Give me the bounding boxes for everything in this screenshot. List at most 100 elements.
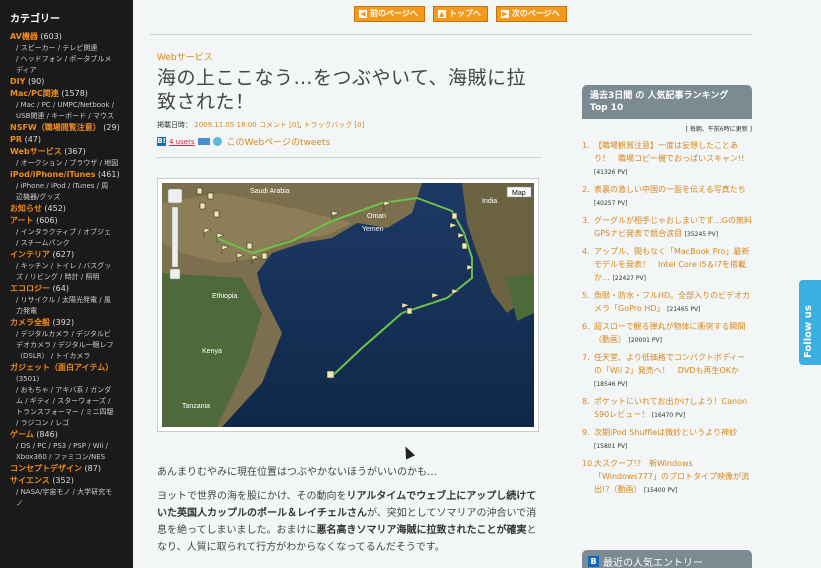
mouse-cursor-icon bbox=[400, 444, 416, 460]
hatena-bookmark-icon[interactable]: B! bbox=[157, 137, 166, 146]
category-link[interactable]: サイエンス bbox=[10, 476, 50, 485]
ranking-item: 7. 任天堂、より低価格でコンパクトボディーの「Wii 2」発売へ！ DVDも再生… bbox=[582, 351, 752, 391]
category-link[interactable]: インテリア bbox=[10, 250, 50, 259]
ranking-panel: 過去3日間 の 人気記事ランキング Top 10 [ 毎朝、午前6時に更新 ] … bbox=[582, 85, 752, 501]
subcategory-links[interactable]: Xbox360 / ファミコン/NES bbox=[10, 452, 133, 463]
category-count: (452) bbox=[44, 204, 66, 213]
bookmark-users-link[interactable]: 4 users bbox=[169, 138, 195, 146]
subcategory-links[interactable]: / おもちゃ / アキバ系 / ガンダ bbox=[10, 385, 133, 396]
sidebar-category: コンセプトデザイン (87) bbox=[10, 463, 133, 474]
category-count: (606) bbox=[36, 216, 58, 225]
subcategory-links[interactable]: ズ / リビング / 時計 / 照明 bbox=[10, 272, 133, 283]
tweets-link[interactable]: このWebページのtweets bbox=[227, 135, 331, 148]
subcategory-links[interactable]: 力発電 bbox=[10, 306, 133, 317]
sidebar-category: ゲーム (846) bbox=[10, 429, 133, 440]
subcategory-links[interactable]: / キッチン / トイレ / バスグッ bbox=[10, 261, 133, 272]
ranking-item-link[interactable]: 【職場観賞注意】一度は妄想したことあり！ 職場コピー機でおっぱいスキャン!! bbox=[594, 141, 744, 163]
subcategory-links[interactable]: / スピーカー / テレビ関連 bbox=[10, 43, 133, 54]
category-link[interactable]: Mac/PC関連 bbox=[10, 89, 59, 98]
subcategory-links[interactable]: / リサイクル / 太陽光発電 / 風 bbox=[10, 295, 133, 306]
subcategory-links[interactable]: USB関連 / キーボード / マウス bbox=[10, 111, 133, 122]
category-count: (87) bbox=[84, 464, 101, 473]
subcategory-links[interactable]: ム / ギティ / スターウォーズ / bbox=[10, 396, 133, 407]
follow-us-tab[interactable]: Follow us bbox=[799, 280, 821, 365]
category-link[interactable]: iPod/iPhone/iTunes bbox=[10, 170, 96, 179]
category-count: (29) bbox=[103, 123, 120, 132]
subcategory-links[interactable]: / Mac / PC / UMPC/Netbook / bbox=[10, 100, 133, 111]
page-view-count: [15400 PV] bbox=[644, 487, 678, 494]
subcategory-links[interactable]: 辺機器/グッズ bbox=[10, 192, 133, 203]
page-view-count: [21465 PV] bbox=[667, 306, 701, 313]
divider bbox=[157, 157, 542, 158]
category-count: (90) bbox=[27, 77, 45, 86]
ranking-number: 6. bbox=[582, 322, 590, 331]
map-type-button[interactable]: Map bbox=[512, 190, 526, 197]
category-link[interactable]: カメラ全般 bbox=[10, 318, 50, 327]
subcategory-links[interactable]: / DS / PC / PS3 / PSP / Wii / bbox=[10, 441, 133, 452]
top-navigation: ◀ 前のページへ ▲ トップへ ▶ 次のページへ bbox=[354, 6, 567, 22]
category-link[interactable]: AV機器 bbox=[10, 32, 38, 41]
subcategory-links[interactable]: / インタラクティブ / オブジェ bbox=[10, 227, 133, 238]
clip-icon[interactable] bbox=[197, 138, 210, 145]
ranking-item-link[interactable]: 次期iPod Shuffleは微妙というより神妙 bbox=[594, 428, 737, 437]
category-link[interactable]: ガジェット（面白アイテム） bbox=[10, 363, 113, 372]
sidebar-category: サイエンス (352) bbox=[10, 475, 133, 486]
category-link[interactable]: NSFW（職場閲覧注意） bbox=[10, 123, 101, 132]
map-label: Yemen bbox=[362, 226, 384, 233]
prev-page-button[interactable]: ◀ 前のページへ bbox=[354, 6, 425, 22]
sidebar-category: インテリア (627) bbox=[10, 249, 133, 260]
subcategory-links[interactable]: / オークション / ブラウザ / 地図 bbox=[10, 158, 133, 169]
social-bar: B! 4 users このWebページのtweets bbox=[157, 135, 542, 148]
ranking-number: 9. bbox=[582, 428, 590, 437]
article-category-link[interactable]: Webサービス bbox=[157, 50, 542, 63]
category-count: (367) bbox=[64, 147, 86, 156]
category-link[interactable]: ゲーム bbox=[10, 430, 34, 439]
subcategory-links[interactable]: / NASA/宇宙モノ / 大学研究モ bbox=[10, 487, 133, 498]
ranking-item: 1. 【職場観賞注意】一度は妄想したことあり！ 職場コピー機でおっぱいスキャン!!… bbox=[582, 139, 752, 179]
subcategory-links[interactable]: / ヘッドフォン / ポータブルメ bbox=[10, 54, 133, 65]
ranking-number: 2. bbox=[582, 185, 590, 194]
comments-link[interactable]: コメント [0] bbox=[259, 121, 299, 129]
ranking-number: 5. bbox=[582, 291, 590, 300]
category-link[interactable]: お知らせ bbox=[10, 204, 42, 213]
subcategory-links[interactable]: ディア bbox=[10, 65, 133, 76]
category-link[interactable]: コンセプトデザイン bbox=[10, 464, 82, 473]
subcategory-links[interactable]: デオカメラ / デジタル一眼レフ bbox=[10, 340, 133, 351]
ranking-item-link[interactable]: 表裏の激しい中国の一面を伝える写真たち bbox=[594, 185, 746, 194]
subcategory-links[interactable]: / デジタルカメラ / デジタルビ bbox=[10, 329, 133, 340]
subcategory-links[interactable]: ノ bbox=[10, 498, 133, 509]
sidebar-category: Mac/PC関連 (1578) bbox=[10, 88, 133, 99]
ranking-item-link[interactable]: 任天堂、より低価格でコンパクトボディーの「Wii 2」発売へ！ DVDも再生OK… bbox=[594, 353, 745, 375]
subcategory-links[interactable]: (3501) bbox=[10, 374, 133, 385]
twitter-bird-icon[interactable] bbox=[212, 137, 222, 146]
subcategory-links[interactable]: / iPhone / iPod / iTunes / 周 bbox=[10, 181, 133, 192]
ranking-item-link[interactable]: 超スローで観る弾丸が物体に衝突する瞬間（動画） bbox=[594, 322, 746, 344]
category-link[interactable]: PR bbox=[10, 135, 22, 144]
category-link[interactable]: DIY bbox=[10, 77, 25, 86]
subcategory-links[interactable]: トランスフォーマー / ミニ四駆 bbox=[10, 407, 133, 418]
category-list: AV機器 (603) / スピーカー / テレビ関連 / ヘッドフォン / ポータブ… bbox=[10, 31, 133, 509]
subcategory-links[interactable]: / ラジコン / レゴ bbox=[10, 418, 133, 429]
arrow-up-icon: ▲ bbox=[437, 10, 446, 18]
category-link[interactable]: Webサービス bbox=[10, 147, 62, 156]
ranking-list: 1. 【職場観賞注意】一度は妄想したことあり！ 職場コピー機でおっぱいスキャン!!… bbox=[582, 139, 752, 497]
ranking-number: 3. bbox=[582, 216, 590, 225]
ranking-item: 10. 大スクープ!? 新Windows「Windows777」のプロトタイプ映像… bbox=[582, 457, 752, 497]
ranking-item: 4. アップル、間もなく「MacBook Pro」最新モデルを発表！ Intel … bbox=[582, 245, 752, 285]
article-paragraph: ヨットで世界の海を股にかけ、その動向をリアルタイムでウェブ上にアップし続けていた… bbox=[157, 491, 537, 553]
subcategory-links[interactable]: / スチームパンク bbox=[10, 238, 133, 249]
article-map-image: Map Saudi Arabia Yemen Oman India Ethiop… bbox=[157, 178, 539, 432]
trackbacks-link[interactable]: トラックバック [0] bbox=[304, 121, 365, 129]
prev-page-label: 前のページへ bbox=[370, 9, 418, 18]
sidebar-category: エコロジー (64) bbox=[10, 283, 133, 294]
top-page-button[interactable]: ▲ トップへ bbox=[432, 6, 488, 22]
article-title[interactable]: 海の上ここなう…をつぶやいて、海賊に拉致された！ bbox=[157, 66, 542, 114]
category-link[interactable]: アート bbox=[10, 216, 34, 225]
next-page-button[interactable]: ▶ 次のページへ bbox=[495, 6, 567, 22]
ranking-item-link[interactable]: グーグルが相手じゃおしまいです…Gの無料GPSナビ発表で競合涙目 bbox=[594, 216, 752, 238]
category-link[interactable]: エコロジー bbox=[10, 284, 50, 293]
category-sidebar: カテゴリー AV機器 (603) / スピーカー / テレビ関連 / ヘッドフォン … bbox=[0, 0, 133, 568]
subcategory-links[interactable]: （DSLR） / トイカメラ bbox=[10, 351, 133, 362]
page-view-count: [22427 PV] bbox=[612, 275, 646, 282]
sidebar-category: iPod/iPhone/iTunes (461) bbox=[10, 169, 133, 180]
